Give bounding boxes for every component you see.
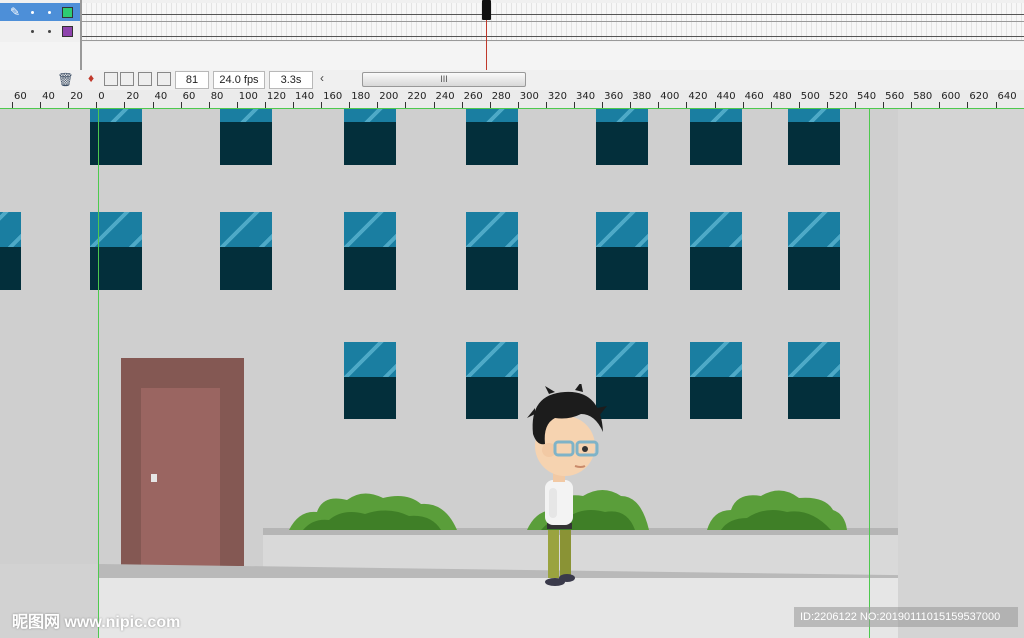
- ruler-label: 420: [688, 91, 708, 102]
- ruler-label: 260: [463, 91, 483, 102]
- ruler-label: 120: [266, 91, 286, 102]
- ruler-label: 360: [604, 91, 624, 102]
- building-window: [690, 342, 742, 419]
- building-window: [788, 212, 840, 290]
- trash-icon[interactable]: 🗑: [57, 72, 74, 88]
- ruler-label: 500: [800, 91, 820, 102]
- image-id-watermark: ID:2206122 NO:20190111015159537000: [794, 607, 1018, 627]
- site-watermark: 昵图网 www.nipic.com: [12, 614, 181, 631]
- building-window: [690, 108, 742, 165]
- building-window: [466, 212, 518, 290]
- frame-track-2[interactable]: [82, 22, 1024, 41]
- ruler-label: 20: [70, 91, 83, 102]
- edit-multiple-frames-icon[interactable]: [138, 72, 152, 86]
- door-knob: [151, 474, 157, 482]
- building-window: [690, 212, 742, 290]
- ruler-label: 480: [772, 91, 792, 102]
- ruler-label: 640: [997, 91, 1017, 102]
- center-frame-icon[interactable]: ♦: [88, 71, 94, 85]
- ruler-label: 340: [576, 91, 596, 102]
- bush-shrub: [289, 493, 457, 530]
- ruler-label: 60: [14, 91, 27, 102]
- building-window: [344, 212, 396, 290]
- ruler-label: 0: [98, 91, 105, 102]
- frame-rate[interactable]: 24.0 fps: [213, 71, 265, 89]
- stage-right-guide: [869, 108, 870, 638]
- ruler-label: 300: [519, 91, 539, 102]
- visibility-dot[interactable]: [31, 30, 34, 33]
- scroll-left-icon[interactable]: ‹: [320, 71, 324, 85]
- tween-line: [82, 36, 1024, 37]
- building-window: [0, 212, 21, 290]
- ruler-label: 280: [491, 91, 511, 102]
- layer-color-swatch[interactable]: [62, 7, 73, 18]
- building-window: [596, 108, 648, 165]
- cartoon-character[interactable]: [515, 384, 611, 590]
- ruler-label: 40: [42, 91, 55, 102]
- empty-layer-area: [0, 42, 1024, 70]
- layer-color-swatch[interactable]: [62, 26, 73, 37]
- ruler-label: 620: [969, 91, 989, 102]
- elapsed-time: 3.3s: [269, 71, 313, 89]
- building-window: [788, 342, 840, 419]
- building-window: [220, 212, 272, 290]
- visibility-dot[interactable]: [31, 11, 34, 14]
- ruler-label: 40: [154, 91, 168, 102]
- building-window: [220, 108, 272, 165]
- ruler-label: 100: [238, 91, 258, 102]
- building-window: [596, 212, 648, 290]
- building-window: [466, 108, 518, 165]
- building-window: [344, 342, 396, 419]
- ruler-label: 160: [323, 91, 343, 102]
- lock-dot[interactable]: [48, 30, 51, 33]
- sidewalk: [98, 578, 898, 638]
- offstage-area: [898, 108, 1024, 638]
- building-window: [788, 108, 840, 165]
- building-window: [344, 108, 396, 165]
- ruler-label: 320: [547, 91, 567, 102]
- tween-line: [82, 14, 1024, 15]
- playhead-handle[interactable]: [482, 0, 491, 20]
- ruler-label: 200: [379, 91, 399, 102]
- ruler-label: 180: [351, 91, 371, 102]
- bush-shrub: [707, 490, 847, 530]
- ruler-label: 220: [407, 91, 427, 102]
- ruler-label: 600: [941, 91, 961, 102]
- layer-row-2[interactable]: [0, 22, 80, 40]
- onion-outline-icon[interactable]: [120, 72, 134, 86]
- ruler-label: 520: [828, 91, 848, 102]
- ruler-label: 140: [295, 91, 315, 102]
- ruler-label: 560: [885, 91, 905, 102]
- stage-left-guide: [98, 108, 99, 638]
- ruler-label: 540: [857, 91, 877, 102]
- ruler-label: 380: [632, 91, 652, 102]
- layer-row-1[interactable]: ✎: [0, 3, 80, 21]
- ruler-label: 20: [126, 91, 140, 102]
- stage-canvas[interactable]: 昵图网 www.nipic.com ID:2206122 NO:20190111…: [0, 108, 1024, 638]
- modify-markers-icon[interactable]: [157, 72, 171, 86]
- timeline-panel: ✎ 🗑 ♦ 81 24.0 fps 3.3s ‹ III: [0, 0, 1024, 90]
- ruler-label: 440: [716, 91, 736, 102]
- ruler-label: 240: [435, 91, 455, 102]
- scroll-thumb-grip: III: [440, 74, 448, 84]
- ruler-label: 460: [744, 91, 764, 102]
- onion-skin-icon[interactable]: [104, 72, 118, 86]
- horizontal-scrollbar[interactable]: III: [362, 72, 526, 87]
- ruler-label: 400: [660, 91, 680, 102]
- horizontal-ruler: 60 40 20 0 20 40 60 80 100 120 140 160 180 200 220 240 2…: [0, 90, 1024, 109]
- pencil-icon: ✎: [10, 5, 21, 19]
- current-frame[interactable]: 81: [175, 71, 209, 89]
- ruler-label: 80: [210, 91, 224, 102]
- stage-top-guide: [0, 108, 1024, 109]
- lock-dot[interactable]: [48, 11, 51, 14]
- panel-divider: [80, 0, 82, 70]
- frame-track-1[interactable]: [82, 3, 1024, 22]
- ruler-label: 580: [913, 91, 933, 102]
- building-window: [466, 342, 518, 419]
- ruler-label: 60: [182, 91, 196, 102]
